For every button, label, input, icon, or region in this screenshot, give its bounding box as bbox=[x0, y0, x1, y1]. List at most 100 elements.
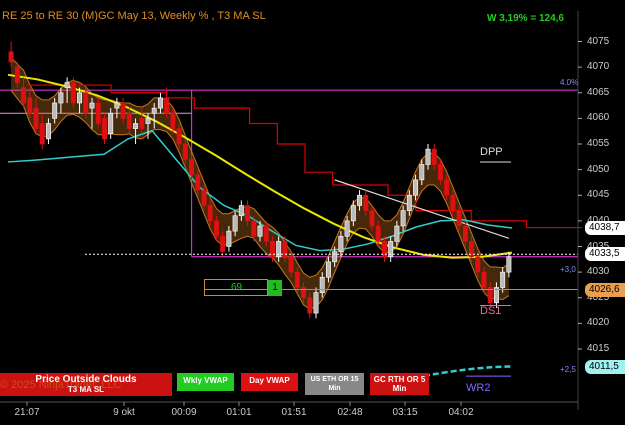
candle-body bbox=[164, 97, 170, 114]
candle-body bbox=[500, 271, 506, 288]
side-label: +3,0 bbox=[560, 265, 576, 275]
candle-body bbox=[120, 102, 126, 119]
candle-body bbox=[506, 256, 512, 273]
x-tick-label: 04:02 bbox=[448, 407, 474, 418]
candle-body bbox=[207, 205, 213, 222]
side-label: +2,5 bbox=[560, 365, 576, 375]
candle-body bbox=[176, 128, 182, 145]
candle-body bbox=[251, 220, 257, 237]
price-tag: 4033,5 bbox=[585, 247, 625, 262]
y-tick-label: 4075 bbox=[587, 35, 610, 47]
candle-body bbox=[257, 225, 263, 237]
candle-body bbox=[413, 179, 419, 196]
candle-body bbox=[33, 107, 39, 129]
candle-body bbox=[64, 82, 70, 88]
watermark: © 2025 NinjaTrader, LLC bbox=[0, 379, 122, 391]
candle-body bbox=[319, 276, 325, 293]
candle-body bbox=[182, 143, 188, 160]
candle-body bbox=[157, 97, 163, 109]
candle-body bbox=[21, 87, 27, 104]
y-tick-label: 4060 bbox=[587, 112, 610, 124]
price-tag: 4011,5 bbox=[585, 359, 625, 374]
candle-body bbox=[425, 148, 431, 165]
weekly-stat: W 3,19% = 124,6 bbox=[487, 13, 564, 24]
candle-body bbox=[58, 92, 64, 104]
candle-body bbox=[101, 118, 107, 140]
y-tick-label: 4055 bbox=[587, 138, 610, 149]
candle-body bbox=[77, 92, 83, 104]
candle-body bbox=[294, 271, 300, 288]
y-tick-label: 4020 bbox=[587, 317, 610, 329]
x-tick-label: 01:01 bbox=[226, 407, 252, 418]
candle-body bbox=[475, 256, 481, 273]
candle-body bbox=[89, 102, 95, 109]
candle-body bbox=[363, 194, 369, 211]
candle-body bbox=[170, 112, 176, 129]
candle-body bbox=[313, 292, 319, 314]
candle-body bbox=[8, 51, 14, 63]
ds1-label: DS1 bbox=[480, 305, 502, 317]
candle-body bbox=[238, 205, 244, 217]
candle-body bbox=[45, 123, 51, 140]
candle-body bbox=[444, 179, 450, 196]
x-tick-label: 01:51 bbox=[281, 407, 307, 418]
x-tick-label: 21:07 bbox=[14, 407, 40, 418]
candle-body bbox=[301, 287, 307, 299]
day-vwap-button[interactable]: Day VWAP bbox=[241, 373, 298, 391]
price-tag: 4038,7 bbox=[585, 220, 625, 235]
x-tick-label: 9 okt bbox=[113, 407, 135, 418]
y-tick-label: 4030 bbox=[587, 266, 610, 278]
chart-title: RE 25 to RE 30 (M)GC May 13, Weekly % , … bbox=[2, 10, 266, 22]
candle-body bbox=[201, 189, 207, 206]
candle-body bbox=[133, 123, 139, 129]
candle-body bbox=[108, 112, 114, 135]
y-tick-label: 4015 bbox=[587, 343, 610, 354]
gc-rth-or-button[interactable]: GC RTH OR 5 Min bbox=[370, 373, 429, 395]
candle-body bbox=[357, 194, 363, 206]
candle-body bbox=[213, 220, 219, 237]
candle-body bbox=[14, 66, 20, 83]
price-tag: 4026,6 bbox=[585, 282, 625, 297]
wkly-vwap-button[interactable]: Wkly VWAP bbox=[177, 373, 234, 391]
candle-body bbox=[307, 297, 313, 314]
candle-body bbox=[338, 235, 344, 252]
counter-right-badge: 1 bbox=[268, 280, 282, 296]
candle-body bbox=[332, 251, 338, 263]
us-eth-or-button[interactable]: US ETH OR 15 Min bbox=[305, 373, 364, 395]
x-tick-label: 03:15 bbox=[392, 407, 418, 418]
y-tick-label: 4050 bbox=[587, 163, 610, 175]
x-tick-label: 00:09 bbox=[171, 407, 197, 418]
candle-body bbox=[325, 261, 331, 278]
side-label: 4.0% bbox=[560, 78, 579, 88]
candle-body bbox=[39, 123, 45, 145]
candle-body bbox=[83, 92, 89, 114]
y-tick-label: 4065 bbox=[587, 86, 610, 98]
candle-body bbox=[369, 210, 375, 227]
candle-body bbox=[189, 159, 195, 176]
candle-body bbox=[481, 271, 487, 288]
candle-body bbox=[70, 82, 76, 104]
candle-body bbox=[226, 230, 232, 247]
candle-body bbox=[437, 164, 443, 181]
candle-body bbox=[450, 194, 456, 211]
candle-body bbox=[456, 210, 462, 227]
candle-body bbox=[245, 205, 251, 222]
counter-box: 69 bbox=[204, 279, 268, 296]
candle-body bbox=[195, 174, 201, 191]
y-tick-label: 4045 bbox=[587, 189, 610, 201]
candle-body bbox=[139, 118, 145, 129]
candle-body bbox=[145, 118, 151, 124]
x-tick-label: 02:48 bbox=[337, 407, 363, 418]
dpp-label: DPP bbox=[480, 146, 503, 158]
candle-body bbox=[400, 210, 406, 227]
candle-body bbox=[394, 225, 400, 242]
candle-body bbox=[350, 205, 356, 222]
candle-body bbox=[288, 256, 294, 273]
candle-body bbox=[114, 102, 120, 109]
candle-body bbox=[220, 235, 226, 252]
candle-body bbox=[431, 148, 437, 165]
counter-left-value: 69 bbox=[231, 282, 243, 293]
wr2-label: WR2 bbox=[466, 382, 491, 394]
candle-body bbox=[406, 194, 412, 211]
candle-body bbox=[375, 225, 381, 242]
